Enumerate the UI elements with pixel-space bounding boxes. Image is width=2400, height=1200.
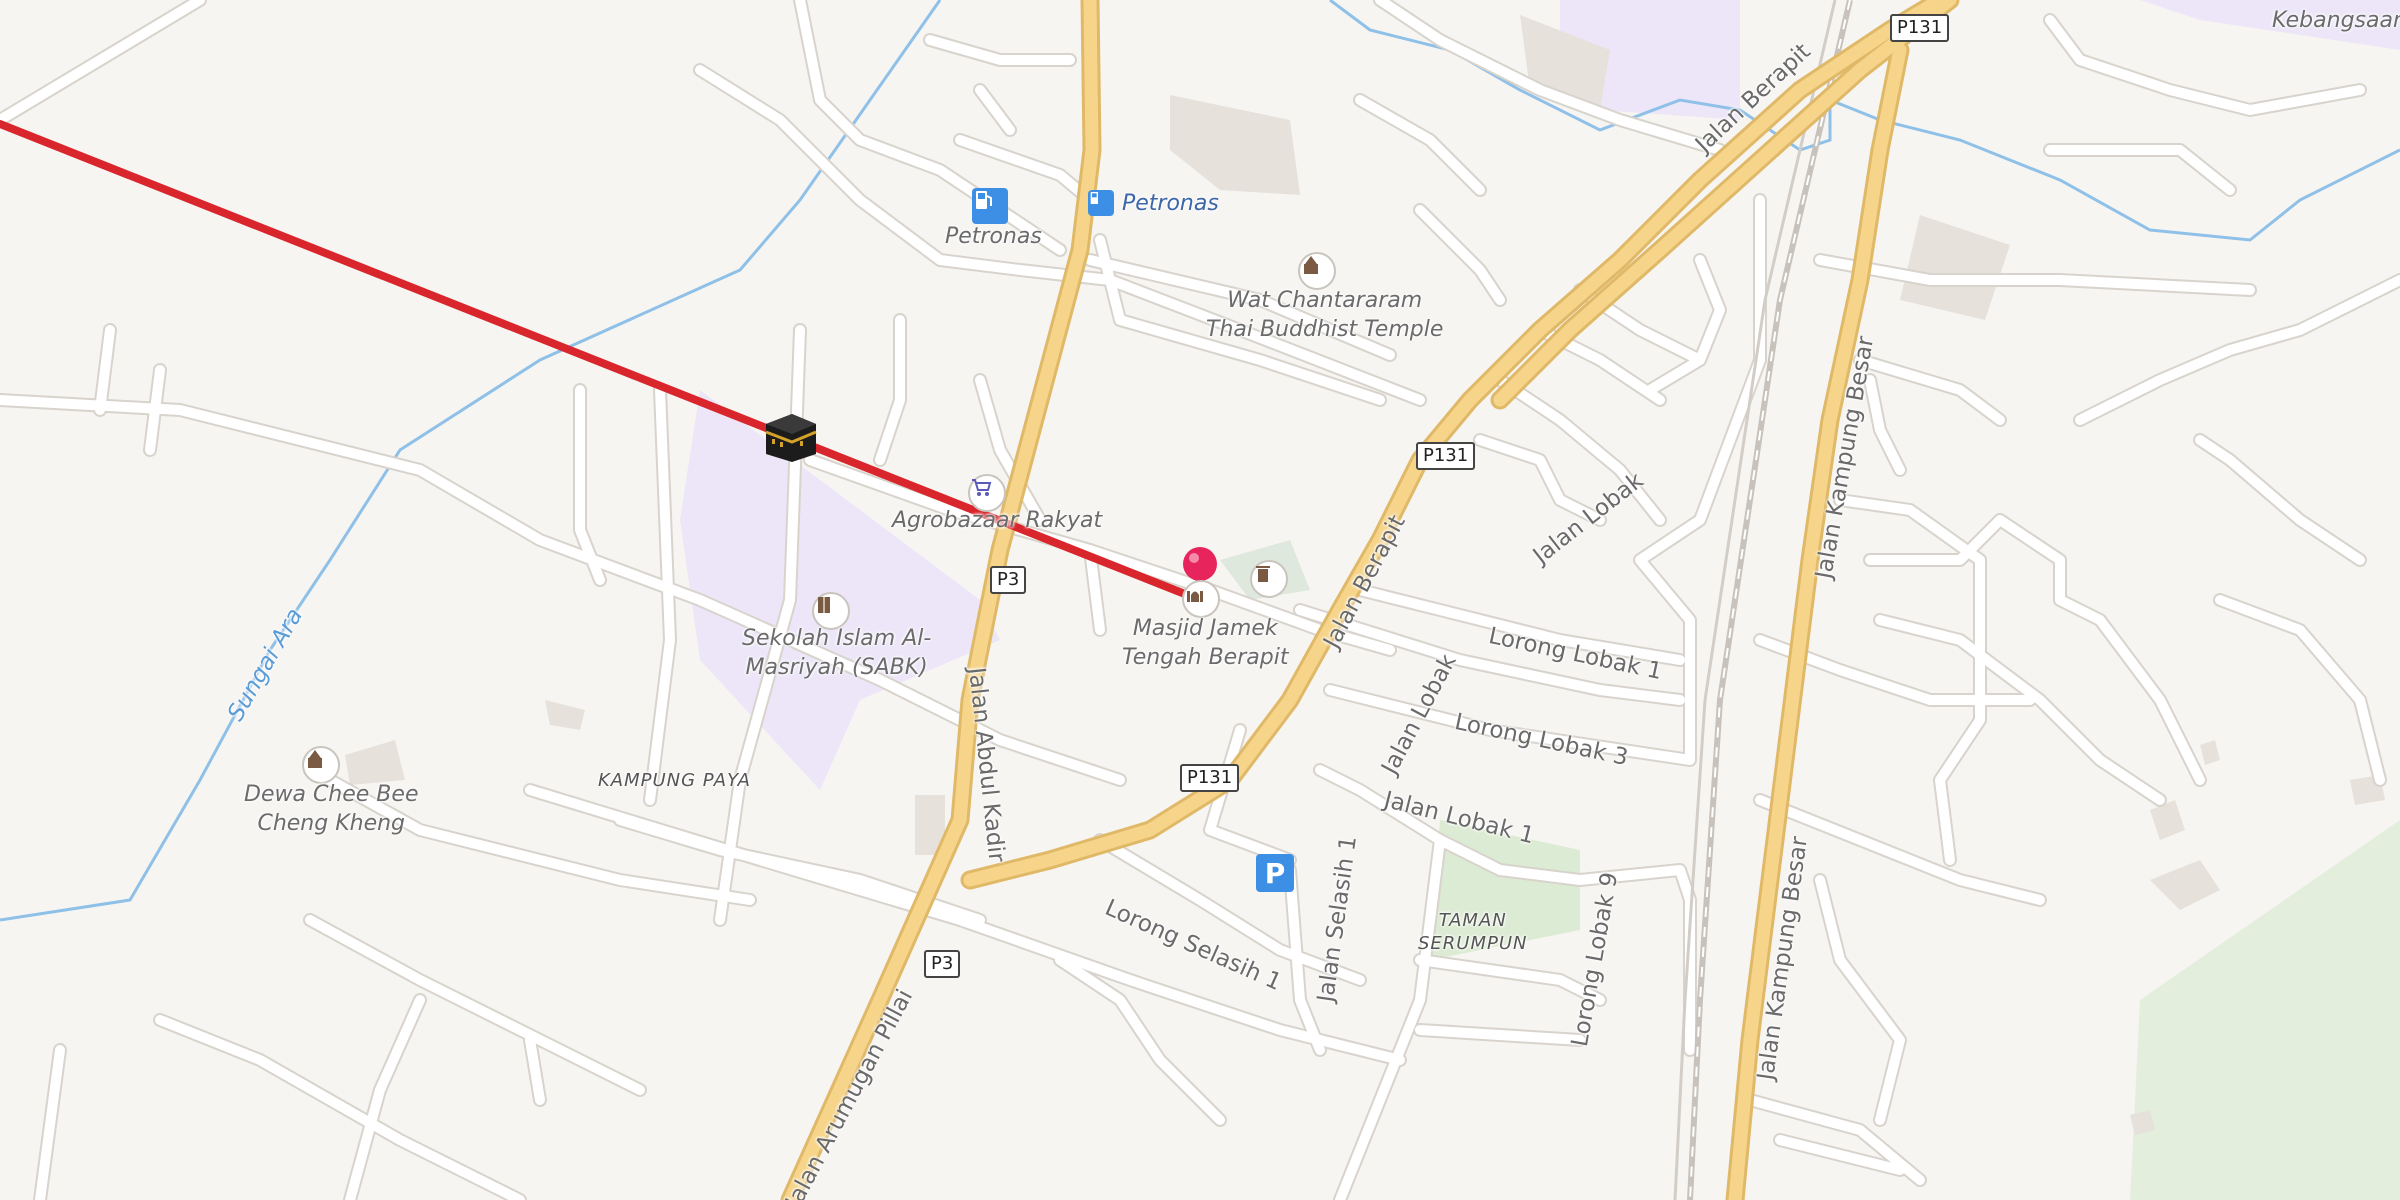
label-sekolah-line2: Masriyah (SABK) <box>745 655 928 680</box>
kaaba-marker-icon[interactable] <box>762 410 820 464</box>
label-kampung-paya: KAMPUNG PAYA <box>598 770 751 791</box>
label-dewa-chee-bee[interactable]: Dewa Chee Bee Cheng Kheng <box>244 780 418 838</box>
label-masjid-line2: Tengah Berapit <box>1122 645 1289 670</box>
label-dewa-line1: Dewa Chee Bee <box>244 782 419 807</box>
label-agrobazaar[interactable]: Agrobazaar Rakyat <box>892 506 1102 535</box>
label-wat-line1: Wat Chantararam <box>1227 288 1423 313</box>
waste-bin-icon[interactable] <box>1250 560 1288 598</box>
label-wat-line2: Thai Buddhist Temple <box>1206 317 1444 342</box>
label-taman-line2: SERUMPUN <box>1418 933 1528 954</box>
mosque-icon[interactable] <box>1182 580 1220 618</box>
school-grounds-area <box>680 390 1000 790</box>
route-shield-p3-low: P3 <box>924 950 961 978</box>
chinese-temple-icon[interactable] <box>302 746 340 784</box>
label-dewa-line2: Cheng Kheng <box>257 811 406 836</box>
label-masjid-line1: Masjid Jamek <box>1132 616 1278 641</box>
fuel-station-icon[interactable] <box>972 188 1008 224</box>
label-wat-chantararam[interactable]: Wat Chantararam Thai Buddhist Temple <box>1206 286 1443 344</box>
temple-icon[interactable] <box>1298 252 1336 290</box>
map-canvas[interactable]: P P131 P131 P131 P3 P3 Petronas Petronas… <box>0 0 2400 1200</box>
fuel-station-small-icon[interactable] <box>1088 190 1114 216</box>
label-kebangsaan: Kebangsaan <box>2272 8 2400 33</box>
label-sekolah[interactable]: Sekolah Islam Al- Masriyah (SABK) <box>742 624 931 682</box>
route-shield-p131-top: P131 <box>1890 14 1950 42</box>
route-shield-p131-mid: P131 <box>1416 442 1476 470</box>
route-shield-p3-mid: P3 <box>990 566 1027 594</box>
label-taman-serumpun: TAMAN SERUMPUN <box>1418 906 1528 958</box>
label-petronas-2[interactable]: Petronas <box>1122 189 1219 218</box>
label-sekolah-line1: Sekolah Islam Al- <box>742 626 932 651</box>
parking-icon[interactable]: P <box>1256 854 1294 892</box>
label-petronas-1[interactable]: Petronas <box>945 222 1042 251</box>
label-masjid[interactable]: Masjid Jamek Tengah Berapit <box>1122 614 1288 672</box>
route-shield-p131-low: P131 <box>1180 764 1240 792</box>
